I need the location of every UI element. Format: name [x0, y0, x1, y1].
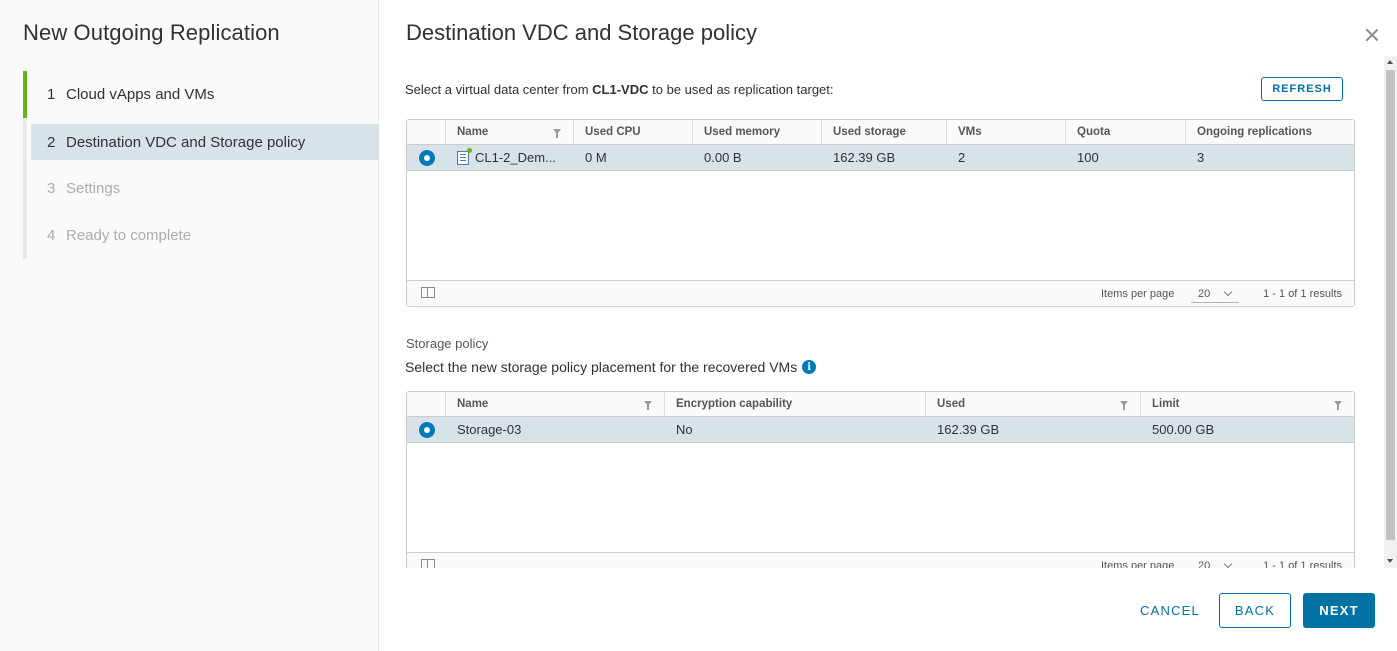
column-toggle-icon[interactable]	[421, 559, 435, 568]
wizard-title: New Outgoing Replication	[23, 20, 280, 45]
radio-selected-icon[interactable]	[419, 149, 435, 166]
step-label: Ready to complete	[66, 227, 192, 244]
cell-name: Storage-03	[457, 422, 522, 437]
filter-icon[interactable]	[1334, 401, 1342, 410]
content-scroll-area: Select a virtual data center from CL1-VD…	[379, 56, 1384, 568]
column-header-used-storage[interactable]: Used storage	[821, 120, 946, 144]
cell-vms: 2	[958, 150, 966, 165]
cancel-button[interactable]: CANCEL	[1131, 593, 1209, 628]
scrollbar-thumb[interactable]	[1386, 70, 1395, 540]
vertical-scrollbar[interactable]	[1384, 56, 1397, 568]
storage-policy-description: Select the new storage policy placement …	[405, 359, 817, 375]
scroll-down-icon[interactable]	[1387, 559, 1393, 563]
vdc-grid-footer: Items per page 20 1 - 1 of 1 results	[407, 280, 1354, 305]
info-icon[interactable]: i	[802, 360, 817, 374]
column-header-ongoing-replications[interactable]: Ongoing replications	[1185, 120, 1354, 144]
grid-empty-area	[407, 443, 1354, 552]
wizard-step-destination[interactable]: 2 Destination VDC and Storage policy	[31, 124, 379, 160]
vdc-instructions: Select a virtual data center from CL1-VD…	[405, 82, 834, 97]
column-toggle-icon[interactable]	[421, 287, 435, 298]
grid-empty-area	[407, 171, 1354, 280]
vdc-icon	[457, 147, 472, 165]
items-per-page-label: Items per page	[1101, 560, 1175, 568]
column-header-vms[interactable]: VMs	[946, 120, 1065, 144]
column-header-used[interactable]: Used	[925, 392, 1140, 416]
column-header-used-memory[interactable]: Used memory	[692, 120, 821, 144]
select-column-header	[407, 392, 445, 416]
next-button[interactable]: NEXT	[1303, 593, 1375, 628]
cell-quota: 100	[1077, 150, 1099, 165]
chevron-down-icon	[1223, 287, 1233, 297]
results-count: 1 - 1 of 1 results	[1263, 560, 1342, 568]
vdc-grid-header: Name Used CPU Used memory Used storage V…	[407, 120, 1354, 145]
storage-policy-label: Storage policy	[406, 336, 489, 351]
storage-grid-footer: Items per page 20 1 - 1 of 1 results	[407, 552, 1354, 568]
column-header-quota[interactable]: Quota	[1065, 120, 1185, 144]
scroll-up-icon[interactable]	[1387, 60, 1393, 64]
back-button[interactable]: BACK	[1219, 593, 1291, 628]
radio-selected-icon[interactable]	[419, 421, 435, 438]
row-select[interactable]	[407, 145, 445, 170]
filter-icon[interactable]	[553, 129, 561, 138]
cell-limit: 500.00 GB	[1152, 422, 1215, 437]
step-number: 4	[47, 227, 56, 244]
storage-grid-header: Name Encryption capability Used Limit	[407, 392, 1354, 417]
step-label: Settings	[66, 180, 121, 197]
wizard-step-settings: 3 Settings	[23, 165, 379, 212]
column-header-used-cpu[interactable]: Used CPU	[573, 120, 692, 144]
cell-encryption: No	[676, 422, 693, 437]
step-number: 1	[47, 86, 56, 103]
page-title: Destination VDC and Storage policy	[406, 20, 757, 45]
items-per-page-select[interactable]: 20	[1191, 557, 1239, 568]
wizard-content: Destination VDC and Storage policy Selec…	[379, 0, 1397, 651]
vdc-datagrid: Name Used CPU Used memory Used storage V…	[406, 119, 1355, 307]
step-label: Cloud vApps and VMs	[66, 86, 215, 103]
cell-name: CL1-2_Dem...	[445, 145, 573, 170]
step-label: Destination VDC and Storage policy	[66, 133, 306, 151]
column-header-encryption[interactable]: Encryption capability	[664, 392, 925, 416]
results-count: 1 - 1 of 1 results	[1263, 288, 1342, 300]
table-row[interactable]: CL1-2_Dem... 0 M 0.00 B 162.39 GB 2 100 …	[407, 145, 1354, 171]
refresh-button[interactable]: REFRESH	[1261, 77, 1343, 101]
wizard-step-ready: 4 Ready to complete	[23, 212, 379, 259]
source-vdc-name: CL1-VDC	[592, 82, 649, 97]
chevron-down-icon	[1223, 559, 1233, 568]
cell-used: 162.39 GB	[937, 422, 1000, 437]
row-select[interactable]	[407, 417, 445, 442]
wizard-nav: New Outgoing Replication 1 Cloud vApps a…	[0, 0, 379, 651]
close-icon[interactable]	[1363, 26, 1381, 44]
items-per-page-label: Items per page	[1101, 288, 1175, 300]
select-column-header	[407, 120, 445, 144]
cell-used-memory: 0.00 B	[704, 150, 742, 165]
storage-datagrid: Name Encryption capability Used Limit St…	[406, 391, 1355, 568]
cell-used-storage: 162.39 GB	[833, 150, 896, 165]
column-header-limit[interactable]: Limit	[1140, 392, 1354, 416]
items-per-page-select[interactable]: 20	[1191, 285, 1239, 303]
table-row[interactable]: Storage-03 No 162.39 GB 500.00 GB	[407, 417, 1354, 443]
column-header-name[interactable]: Name	[445, 392, 664, 416]
cell-used-cpu: 0 M	[585, 150, 607, 165]
step-number: 3	[47, 180, 56, 197]
column-header-name[interactable]: Name	[445, 120, 573, 144]
wizard-step-cloud-vapps[interactable]: 1 Cloud vApps and VMs	[23, 71, 379, 118]
cell-ongoing-replications: 3	[1197, 150, 1205, 165]
filter-icon[interactable]	[644, 401, 652, 410]
step-number: 2	[47, 133, 56, 151]
filter-icon[interactable]	[1120, 401, 1128, 410]
wizard-steps: 1 Cloud vApps and VMs 2 Destination VDC …	[23, 71, 379, 259]
